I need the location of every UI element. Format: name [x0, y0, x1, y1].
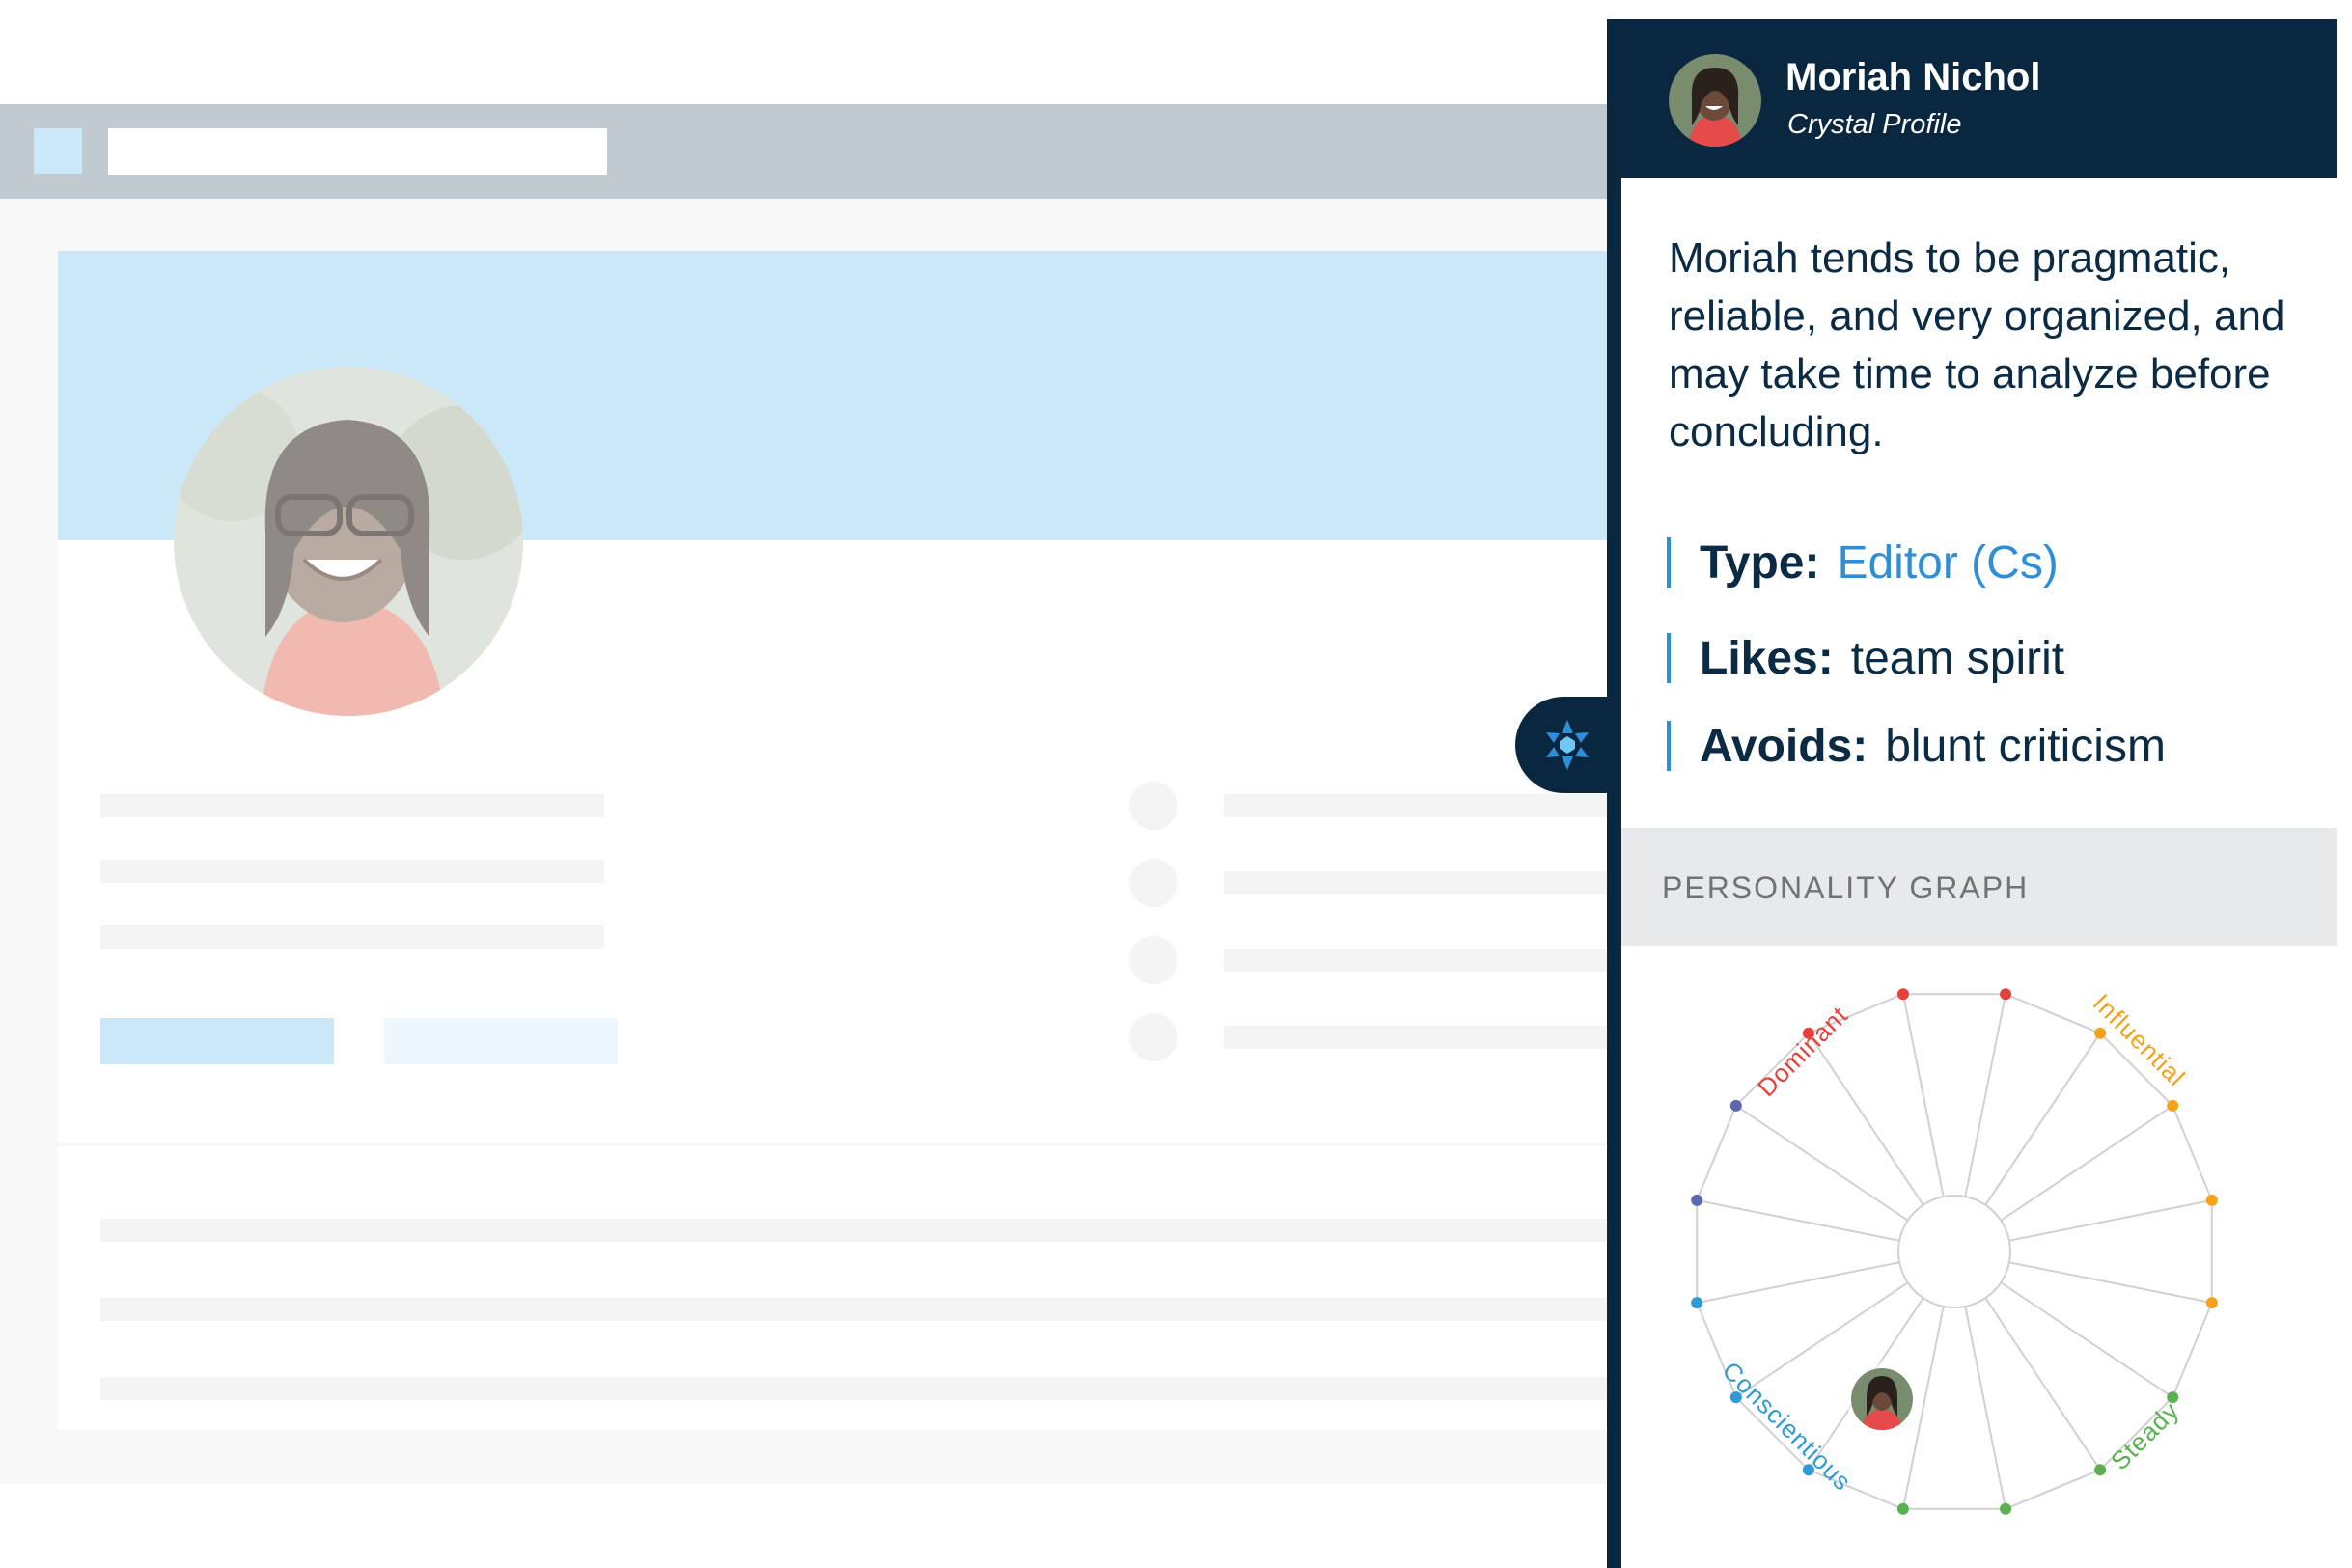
likes-value: team spirit [1850, 632, 2065, 684]
browser-tab-icon[interactable] [34, 128, 82, 174]
graph-spoke [1697, 1261, 1900, 1305]
graph-marker [1896, 988, 1909, 1001]
graph-marker [2167, 1099, 2179, 1112]
graph-user-avatar[interactable] [1846, 1363, 1918, 1435]
personality-graph[interactable]: Dominant Influential Steady Conscientiou… [1621, 946, 2337, 1558]
graph-marker [2094, 1027, 2107, 1039]
placeholder-dot [1129, 1013, 1177, 1061]
label-influential: Influential [2088, 988, 2192, 1092]
placeholder-dot [1129, 782, 1177, 830]
graph-marker [2205, 1297, 2218, 1309]
type-row: Type: Editor (Cs) [1667, 534, 2059, 591]
graph-spoke [2000, 1105, 2173, 1222]
crystal-snowflake-icon [1546, 720, 1589, 770]
personality-summary: Moriah tends to be pragmatic, reliable, … [1669, 234, 2285, 455]
avoids-label: Avoids: [1700, 720, 1868, 772]
avoids-value: blunt criticism [1885, 720, 2166, 772]
profile-subtitle: Crystal Profile [1787, 109, 1962, 140]
profile-photo-avatar [174, 367, 523, 716]
graph-spoke [1964, 994, 2007, 1197]
graph-spoke [1984, 1297, 2101, 1471]
likes-label: Likes: [1700, 632, 1834, 684]
graph-marker [2000, 988, 2012, 1001]
graph-spoke [1984, 1032, 2101, 1206]
graph-marker [2000, 1502, 2012, 1515]
placeholder-secondary-button[interactable] [384, 1018, 618, 1064]
placeholder-line [1224, 871, 1631, 894]
placeholder-dot [1129, 859, 1177, 907]
placeholder-line [100, 794, 604, 817]
graph-spoke [2008, 1198, 2212, 1242]
likes-row: Likes: team spirit [1667, 629, 2064, 687]
placeholder-line [1224, 1026, 1631, 1049]
label-steady: Steady [2105, 1396, 2185, 1476]
graph-spoke [1901, 994, 1945, 1197]
row-accent-bar [1667, 721, 1671, 771]
crystal-toggle-tab[interactable] [1515, 697, 1621, 793]
row-accent-bar [1667, 633, 1671, 683]
graph-spoke [2000, 1281, 2173, 1398]
graph-center-circle [1897, 1195, 2011, 1308]
type-value-link[interactable]: Editor (Cs) [1837, 536, 2058, 590]
placeholder-line [100, 925, 604, 949]
graph-spoke [1697, 1198, 1900, 1242]
row-accent-bar [1667, 537, 1671, 588]
placeholder-primary-button[interactable] [100, 1018, 334, 1064]
graph-spoke [1808, 1032, 1924, 1206]
graph-marker [1729, 1099, 1742, 1112]
label-dominant: Dominant [1752, 1001, 1854, 1103]
avoids-row: Avoids: blunt criticism [1667, 717, 2166, 775]
placeholder-line [1224, 794, 1631, 817]
placeholder-line [100, 1377, 1631, 1400]
graph-marker [1896, 1502, 1909, 1515]
label-conscientious: Conscientious [1717, 1356, 1858, 1497]
graph-spoke [1735, 1105, 1909, 1222]
header-avatar [1669, 54, 1761, 147]
placeholder-line [100, 860, 604, 883]
placeholder-dot [1129, 936, 1177, 984]
graph-marker [2205, 1194, 2218, 1206]
placeholder-line [100, 1219, 1631, 1242]
graph-marker [1691, 1194, 1703, 1206]
browser-address-bar[interactable] [108, 128, 607, 175]
graph-spoke [1964, 1306, 2007, 1509]
placeholder-line [1224, 949, 1631, 972]
graph-marker [2094, 1464, 2107, 1476]
type-label: Type: [1700, 536, 1820, 589]
graph-title: PERSONALITY GRAPH [1662, 870, 2030, 905]
placeholder-line [100, 1298, 1631, 1321]
graph-marker [1691, 1297, 1703, 1309]
graph-spoke [2008, 1261, 2212, 1305]
card-divider [58, 1143, 1631, 1146]
profile-name: Moriah Nichol [1785, 56, 2041, 98]
